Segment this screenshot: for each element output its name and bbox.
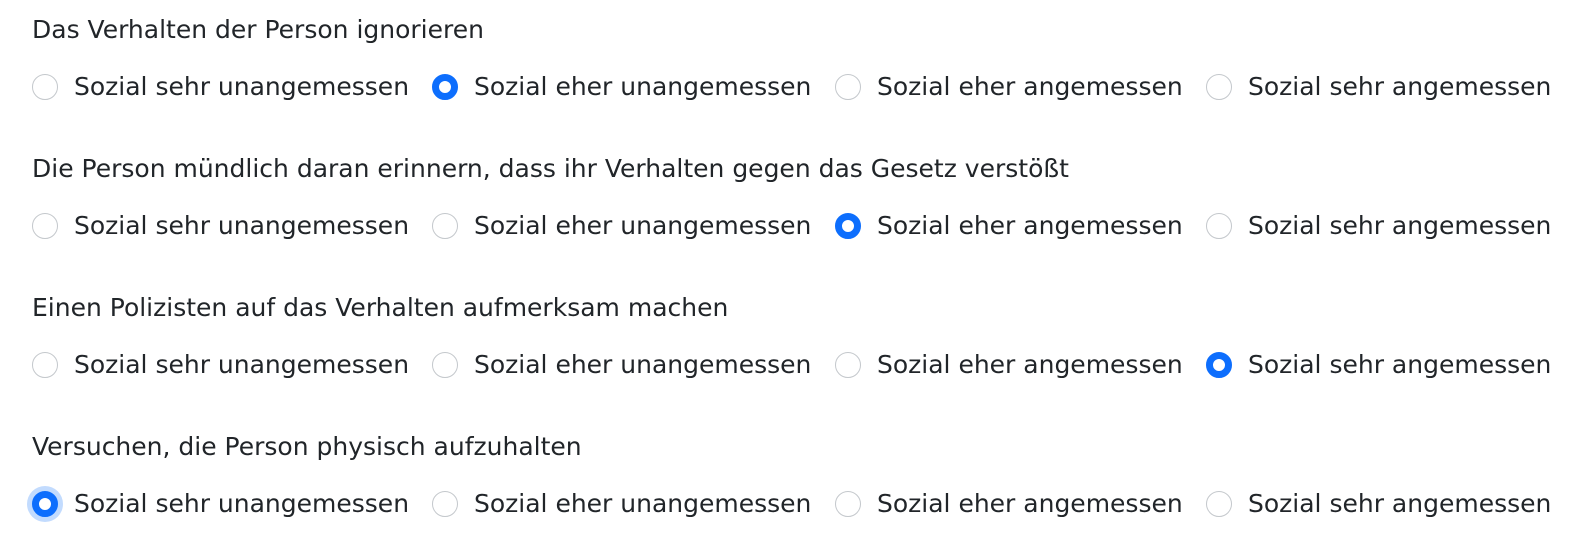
radio-group: Sozial sehr unangemessen Sozial eher una… — [0, 485, 1591, 525]
radio-button[interactable] — [32, 213, 58, 239]
radio-button[interactable] — [1206, 74, 1232, 100]
question-label: Versuchen, die Person physisch aufzuhalt… — [32, 432, 582, 461]
question-label: Einen Polizisten auf das Verhalten aufme… — [32, 293, 729, 322]
radio-group: Sozial sehr unangemessen Sozial eher una… — [0, 207, 1591, 247]
radio-button[interactable] — [32, 352, 58, 378]
radio-button[interactable] — [1206, 491, 1232, 517]
radio-button[interactable] — [32, 491, 58, 517]
radio-option-label: Sozial eher angemessen — [877, 72, 1183, 101]
radio-option-label: Sozial sehr angemessen — [1248, 489, 1552, 518]
radio-button[interactable] — [835, 213, 861, 239]
radio-button[interactable] — [835, 74, 861, 100]
radio-button[interactable] — [1206, 352, 1232, 378]
radio-button[interactable] — [432, 491, 458, 517]
radio-group: Sozial sehr unangemessen Sozial eher una… — [0, 68, 1591, 108]
radio-option-label: Sozial eher unangemessen — [474, 72, 812, 101]
radio-option-label: Sozial eher unangemessen — [474, 489, 812, 518]
question-label: Die Person mündlich daran erinnern, dass… — [32, 154, 1069, 183]
radio-option-label: Sozial sehr unangemessen — [74, 489, 410, 518]
radio-button[interactable] — [432, 213, 458, 239]
radio-button[interactable] — [432, 352, 458, 378]
radio-option-label: Sozial sehr angemessen — [1248, 211, 1552, 240]
radio-option-label: Sozial sehr unangemessen — [74, 350, 410, 379]
radio-button[interactable] — [835, 352, 861, 378]
question-label: Das Verhalten der Person ignorieren — [32, 15, 484, 44]
radio-button[interactable] — [432, 74, 458, 100]
radio-option-label: Sozial sehr angemessen — [1248, 72, 1552, 101]
radio-option-label: Sozial eher angemessen — [877, 350, 1183, 379]
radio-group: Sozial sehr unangemessen Sozial eher una… — [0, 346, 1591, 386]
radio-option-label: Sozial eher unangemessen — [474, 211, 812, 240]
radio-button[interactable] — [835, 491, 861, 517]
radio-option-label: Sozial sehr unangemessen — [74, 72, 410, 101]
radio-option-label: Sozial eher angemessen — [877, 489, 1183, 518]
radio-button[interactable] — [1206, 213, 1232, 239]
radio-option-label: Sozial eher unangemessen — [474, 350, 812, 379]
radio-option-label: Sozial sehr unangemessen — [74, 211, 410, 240]
radio-option-label: Sozial eher angemessen — [877, 211, 1183, 240]
question-list: Das Verhalten der Person ignorieren Sozi… — [0, 0, 1591, 560]
radio-option-label: Sozial sehr angemessen — [1248, 350, 1552, 379]
radio-button[interactable] — [32, 74, 58, 100]
